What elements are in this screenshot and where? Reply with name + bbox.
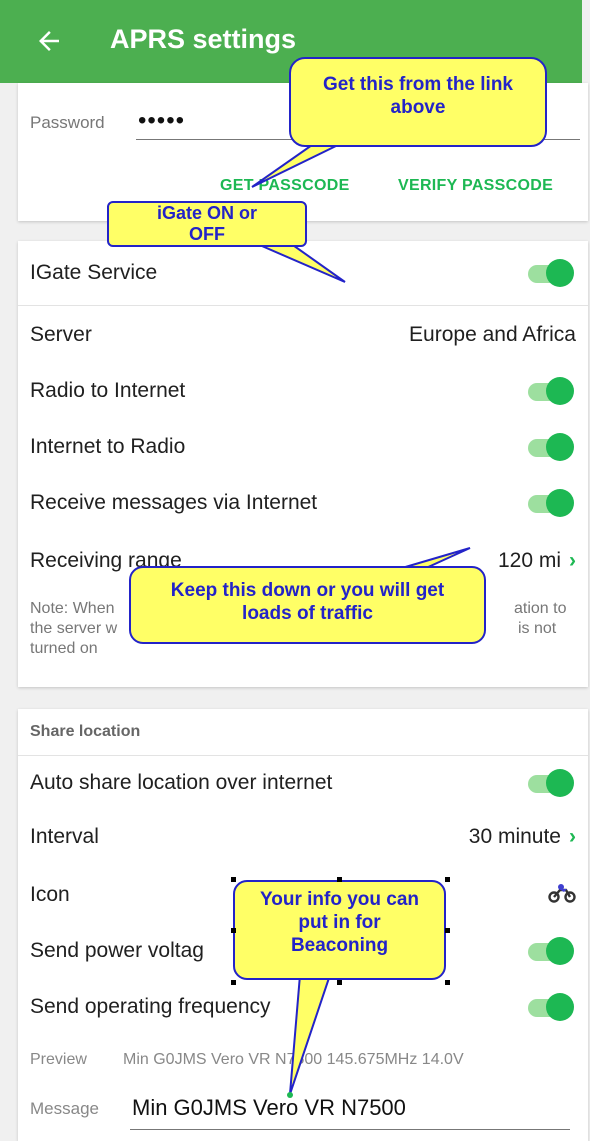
send-frequency-toggle[interactable] (528, 993, 574, 1021)
selection-handle[interactable] (231, 928, 236, 933)
selection-handle[interactable] (445, 877, 450, 882)
receive-messages-label: Receive messages via Internet (30, 491, 318, 514)
igate-callout-line-1: iGate ON or (156, 203, 258, 223)
receiving-range-value: 120 mi (497, 549, 561, 572)
note-line-2: the server w (30, 620, 118, 637)
selection-handle[interactable] (231, 980, 236, 985)
interval-label: Interval (30, 825, 99, 848)
igate-service-row[interactable]: IGate Service (30, 261, 576, 285)
interval-value-wrap: 30 minute › (469, 825, 576, 849)
range-callout-line-2: loads of traffic (242, 603, 373, 625)
internet-to-radio-toggle[interactable] (528, 433, 574, 461)
internet-to-radio-label: Internet to Radio (30, 435, 186, 458)
selection-handle[interactable] (445, 980, 450, 985)
password-label: Password (30, 113, 105, 132)
beacon-callout-line-3: Beaconing (290, 935, 389, 957)
server-row[interactable]: Server Europe and Africa (30, 323, 576, 347)
message-label: Message (30, 1099, 99, 1118)
passcode-callout: Get this from the link above (289, 57, 547, 147)
selection-handle[interactable] (337, 980, 342, 985)
server-value: Europe and Africa (409, 323, 576, 346)
receive-messages-toggle[interactable] (528, 489, 574, 517)
passcode-callout-line-2: above (390, 97, 446, 119)
radio-to-internet-toggle[interactable] (528, 377, 574, 405)
auto-share-label: Auto share location over internet (30, 771, 333, 794)
range-callout-line-1: Keep this down or you will get (170, 580, 445, 601)
auto-share-toggle[interactable] (528, 769, 574, 797)
note-line-3: turned on (30, 640, 98, 657)
chevron-right-icon: › (569, 549, 576, 572)
message-value: Min G0JMS Vero VR N7500 (132, 1095, 406, 1120)
selection-handle[interactable] (231, 877, 236, 882)
preview-label: Preview (30, 1051, 87, 1068)
divider (18, 755, 588, 756)
igate-service-toggle[interactable] (528, 259, 574, 287)
internet-to-radio-row[interactable]: Internet to Radio (30, 435, 576, 459)
get-passcode-button[interactable]: GET PASSCODE (220, 177, 350, 195)
chevron-right-icon: › (569, 825, 576, 848)
preview-value: Min G0JMS Vero VR N7500 145.675MHz 14.0V (123, 1051, 464, 1068)
radio-to-internet-row[interactable]: Radio to Internet (30, 379, 576, 403)
igate-callout: iGate ON or OFF (107, 201, 307, 247)
callout-anchor-dot (287, 1092, 293, 1098)
page-title: APRS settings (110, 24, 297, 54)
password-value: ••••• (138, 107, 186, 134)
message-input[interactable]: Min G0JMS Vero VR N7500 (130, 1091, 570, 1130)
note-line-2-end: is not (518, 620, 557, 637)
divider (18, 305, 588, 306)
receive-messages-row[interactable]: Receive messages via Internet (30, 491, 576, 515)
send-frequency-label: Send operating frequency (30, 995, 271, 1018)
interval-row[interactable]: Interval 30 minute › (30, 825, 576, 849)
send-frequency-row[interactable]: Send operating frequency (30, 995, 576, 1019)
selection-handle[interactable] (337, 877, 342, 882)
server-label: Server (30, 323, 92, 346)
send-power-toggle[interactable] (528, 937, 574, 965)
share-location-header: Share location (30, 723, 141, 740)
beacon-callout: Your info you can put in for Beaconing (233, 880, 446, 980)
passcode-callout-line-1: Get this from the link (322, 74, 514, 95)
auto-share-row[interactable]: Auto share location over internet (30, 771, 576, 795)
beacon-callout-line-2: put in for (298, 912, 381, 934)
receiving-range-value-wrap: 120 mi › (498, 549, 576, 573)
interval-value: 30 minute (468, 825, 561, 848)
range-callout: Keep this down or you will get loads of … (129, 566, 486, 644)
beacon-callout-line-1: Your info you can (259, 889, 420, 910)
icon-label: Icon (30, 883, 70, 906)
preview-row: Preview Min G0JMS Vero VR N7500 145.675M… (30, 1051, 576, 1069)
radio-to-internet-label: Radio to Internet (30, 379, 186, 402)
back-arrow-icon[interactable] (34, 26, 64, 56)
send-power-label: Send power voltag (30, 939, 204, 962)
igate-service-label: IGate Service (30, 261, 158, 284)
selection-handle[interactable] (445, 928, 450, 933)
motorcycle-icon (548, 884, 576, 903)
igate-callout-line-2: OFF (189, 223, 225, 244)
note-line-1: Note: When (30, 600, 115, 617)
note-line-1-end: ation to (514, 600, 567, 617)
verify-passcode-button[interactable]: VERIFY PASSCODE (398, 177, 553, 195)
